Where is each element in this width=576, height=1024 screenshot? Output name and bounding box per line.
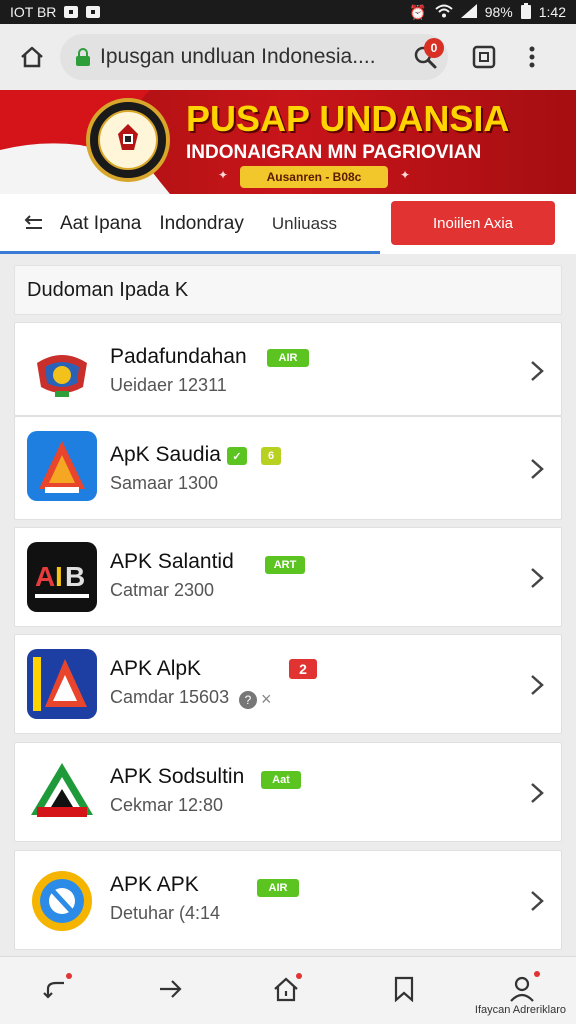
app-logo: AIB <box>27 542 97 612</box>
app-name: APK Sodsultin <box>110 765 245 788</box>
notification-dot <box>66 973 72 979</box>
svg-text:I: I <box>55 561 63 592</box>
bookmark-icon <box>394 976 414 1002</box>
app-badge: 2 <box>289 659 317 679</box>
tabs-button[interactable] <box>464 37 504 77</box>
home-nav-button[interactable] <box>268 971 304 1007</box>
forward-button[interactable] <box>152 971 188 1007</box>
spark-icon: ✦ <box>400 168 411 182</box>
info-icon: ? <box>239 691 257 709</box>
cta-button[interactable]: Inoiilen Axia <box>391 201 555 245</box>
browser-toolbar: Ipusgan undluan Indonesia.... 0 <box>0 24 576 90</box>
notification-dot <box>534 971 540 977</box>
more-vert-icon <box>529 46 535 68</box>
list-item[interactable]: APK AlpK 2 Camdar 15603 ? × <box>14 634 562 734</box>
active-tab-indicator <box>0 251 380 254</box>
notification-dot <box>296 973 302 979</box>
spark-icon: ✦ <box>218 168 229 182</box>
battery-level: 98% <box>484 4 513 20</box>
app-name: APK Salantid <box>110 550 234 573</box>
search-button[interactable]: 0 <box>408 38 444 74</box>
app-name: APK AlpK <box>110 657 202 680</box>
battery-icon <box>520 2 531 22</box>
app-badge: Aat <box>261 771 301 789</box>
home-icon <box>21 46 43 68</box>
list-item[interactable]: APK APK AIR Detuhar (4:14 <box>14 850 562 950</box>
svg-text:A: A <box>35 561 55 592</box>
app-badge: AIR <box>257 879 299 897</box>
wifi-icon <box>435 4 453 21</box>
home-button[interactable] <box>12 37 52 77</box>
app-meta: Cekmar 12:80 <box>110 795 224 815</box>
app-name: ApK Saudia <box>110 443 221 466</box>
app-meta: Catmar 2300 <box>110 580 215 600</box>
carrier-text: IOT BR <box>10 4 57 20</box>
lock-icon <box>76 48 90 66</box>
tab-0[interactable]: Aat Ipana <box>60 213 141 235</box>
overflow-menu-button[interactable] <box>512 37 552 77</box>
app-logo <box>27 865 97 935</box>
back-icon <box>43 981 64 999</box>
chevron-right-icon <box>531 459 544 479</box>
app-badge: ART <box>265 556 305 574</box>
app-logo <box>27 649 97 719</box>
banner-title: PUSAP UNDANSIA <box>186 98 510 139</box>
category-nav: Aat Ipana Indondray Unliuass Inoiilen Ax… <box>0 194 576 254</box>
app-meta: Detuhar (4:14 <box>110 903 221 923</box>
chevron-right-icon <box>531 783 544 803</box>
banner-subtitle: INDONAIGRAN MN PAGRIOVIAN <box>186 142 482 163</box>
home-icon <box>274 977 298 1002</box>
forward-arrow-icon <box>160 980 182 998</box>
list-item[interactable]: APK Sodsultin Aat Cekmar 12:80 <box>14 742 562 842</box>
bookmarks-button[interactable] <box>386 971 422 1007</box>
tabs-icon <box>472 45 496 69</box>
notification-badge: 0 <box>424 38 444 58</box>
back-arrow-icon[interactable] <box>22 212 46 236</box>
banner-pill: Ausanren - B08c <box>240 166 388 188</box>
app-logo <box>27 337 97 407</box>
list-item[interactable]: AIB APK Salantid ART Catmar 2300 <box>14 527 562 627</box>
chevron-right-icon <box>531 568 544 588</box>
app-badge: 6 <box>261 447 281 465</box>
app-meta: Ueidaer 12311 <box>110 375 227 395</box>
list-item[interactable]: Padafundahan AIR Ueidaer 12311 <box>14 322 562 416</box>
tab-2[interactable]: Unliuass <box>272 214 337 234</box>
section-title: Dudoman Ipada K <box>14 265 562 315</box>
emblem-logo <box>86 98 170 182</box>
svg-text:B: B <box>65 561 85 592</box>
close-icon[interactable]: × <box>261 689 272 710</box>
chevron-right-icon <box>531 675 544 695</box>
address-bar[interactable]: Ipusgan undluan Indonesia.... 0 <box>60 34 448 80</box>
media-icon <box>86 6 101 18</box>
clock: 1:42 <box>538 4 566 20</box>
app-name: APK APK <box>110 873 199 896</box>
bottom-navigation: Ifaycan Adreriklaro <box>0 956 576 1024</box>
bottom-caption: Ifaycan Adreriklaro <box>474 1004 566 1016</box>
list-item[interactable]: ApK Saudia ✓ 6 Samaar 1300 <box>14 416 562 520</box>
chevron-right-icon <box>531 891 544 911</box>
app-name: Padafundahan <box>110 345 247 368</box>
tab-1[interactable]: Indondray <box>159 213 244 235</box>
alarm-icon: ⏰ <box>409 4 427 20</box>
app-meta: Camdar 15603 <box>110 687 230 707</box>
user-icon <box>510 976 534 1002</box>
notification-icon <box>64 6 79 18</box>
app-logo <box>27 757 97 827</box>
app-logo <box>27 431 97 501</box>
profile-button[interactable] <box>504 971 540 1007</box>
signal-icon <box>460 3 477 21</box>
chevron-right-icon <box>531 361 544 381</box>
status-bar: IOT BR ⏰ 98% 1:42 <box>0 0 576 24</box>
url-text: Ipusgan undluan Indonesia.... <box>100 45 376 68</box>
hero-banner: PUSAP UNDANSIA INDONAIGRAN MN PAGRIOVIAN… <box>0 90 576 194</box>
back-button[interactable] <box>38 971 74 1007</box>
app-badge-small: ✓ <box>227 447 247 465</box>
app-meta: Samaar 1300 <box>110 473 219 493</box>
app-badge: AIR <box>267 349 309 367</box>
